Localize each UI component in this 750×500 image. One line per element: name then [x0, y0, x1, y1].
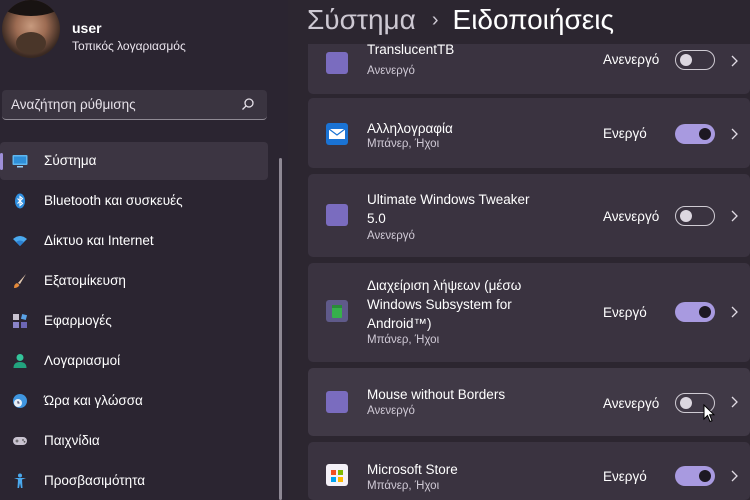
app-name: Mouse without Borders — [367, 387, 506, 402]
app-notification-row[interactable]: Mouse without Borders Ανενεργό Ανενεργό — [308, 368, 750, 436]
app-status-sub: Ανενεργό — [367, 230, 415, 242]
person-icon — [13, 354, 27, 368]
sidebar-item-bluetooth[interactable]: Bluetooth και συσκευές — [0, 182, 268, 220]
chevron-right-icon[interactable] — [728, 306, 740, 318]
chevron-right-icon[interactable] — [728, 55, 740, 67]
paintbrush-icon — [14, 274, 26, 288]
breadcrumb-parent[interactable]: Σύστημα — [307, 4, 416, 35]
sidebar-item-label: Προσβασιμότητα — [44, 473, 146, 488]
search-icon[interactable] — [241, 97, 255, 111]
app-notification-row[interactable]: TranslucentTB Ανενεργό Ανενεργό — [308, 37, 750, 94]
app-status-sub: Ανενεργό — [367, 65, 415, 77]
app-notification-row[interactable]: Microsoft Store Μπάνερ, Ήχοι Ενεργό — [308, 442, 750, 500]
toggle-state-label: Ενεργό — [603, 305, 647, 320]
monitor-icon — [12, 155, 28, 168]
toggle-state-label: Ενεργό — [603, 126, 647, 141]
wifi-icon — [13, 236, 27, 246]
accessibility-icon — [14, 473, 26, 488]
sidebar-item-system[interactable]: Σύστημα — [0, 142, 268, 180]
search-placeholder: Αναζήτηση ρύθμισης — [11, 97, 136, 112]
profile-account-type: Τοπικός λογαριασμός — [72, 39, 186, 53]
app-name: Ultimate Windows Tweaker 5.0 — [367, 192, 530, 226]
app-status-sub: Ανενεργό — [367, 405, 415, 417]
sidebar-item-label: Λογαριασμοί — [44, 353, 121, 368]
chevron-right-icon[interactable] — [728, 128, 740, 140]
sidebar-item-label: Ώρα και γλώσσα — [44, 393, 143, 408]
app-tile-icon — [326, 391, 348, 413]
app-tile-icon — [326, 204, 348, 226]
toggle-state-label: Ανενεργό — [603, 52, 660, 67]
profile-name: user — [72, 20, 102, 36]
chevron-right-icon[interactable] — [728, 396, 740, 408]
app-notification-row[interactable]: Διαχείριση λήψεων (μέσω Windows Subsyste… — [308, 263, 750, 362]
sidebar-item-label: Εφαρμογές — [44, 313, 112, 328]
sidebar-item-time-language[interactable]: Ώρα και γλώσσα — [0, 382, 268, 420]
app-name: Αλληλογραφία — [367, 121, 453, 136]
app-status-sub: Μπάνερ, Ήχοι — [367, 138, 440, 150]
notification-toggle[interactable] — [675, 302, 715, 322]
app-status-sub: Μπάνερ, Ήχοι — [367, 480, 440, 492]
sidebar-item-network[interactable]: Δίκτυο και Internet — [0, 222, 268, 260]
sidebar-scrollbar[interactable] — [279, 158, 282, 500]
sidebar-item-gaming[interactable]: Παιχνίδια — [0, 422, 268, 460]
sidebar-item-label: Bluetooth και συσκευές — [44, 193, 183, 208]
chevron-right-icon[interactable] — [728, 210, 740, 222]
bluetooth-icon — [15, 193, 25, 209]
store-icon — [326, 464, 348, 486]
sidebar-item-label: Παιχνίδια — [44, 433, 100, 448]
notification-toggle[interactable] — [675, 124, 715, 144]
chevron-right-icon[interactable] — [728, 470, 740, 482]
profile[interactable]: user Τοπικός λογαριασμός — [0, 0, 288, 70]
breadcrumb-chevron-icon: › — [431, 9, 439, 31]
toggle-state-label: Ενεργό — [603, 469, 647, 484]
app-tile-icon — [326, 52, 348, 74]
sidebar-item-accessibility[interactable]: Προσβασιμότητα — [0, 462, 268, 500]
breadcrumb-overlay: Σύστημα › Ειδοποιήσεις — [307, 4, 614, 44]
sidebar-item-personalization[interactable]: Εξατομίκευση — [0, 262, 268, 300]
page-title: Ειδοποιήσεις — [452, 4, 614, 35]
apps-icon — [13, 313, 28, 328]
mouse-cursor-icon — [703, 404, 715, 423]
gamepad-icon — [13, 437, 27, 445]
sidebar-item-label: Εξατομίκευση — [44, 273, 126, 288]
nav-list: Σύστημα Bluetooth και συσκευές Δίκτυο κα… — [0, 142, 268, 500]
avatar — [2, 0, 60, 58]
mail-icon — [326, 123, 348, 145]
notification-toggle[interactable] — [675, 466, 715, 486]
globe-clock-icon — [13, 394, 27, 408]
sidebar: user Τοπικός λογαριασμός Αναζήτηση ρύθμι… — [0, 0, 288, 500]
app-name: Διαχείριση λήψεων (μέσω Windows Subsyste… — [367, 278, 522, 331]
notification-toggle[interactable] — [675, 50, 715, 70]
app-name: Microsoft Store — [367, 462, 458, 477]
app-notification-row[interactable]: Αλληλογραφία Μπάνερ, Ήχοι Ενεργό — [308, 98, 750, 168]
sidebar-item-label: Σύστημα — [44, 153, 97, 168]
sidebar-item-label: Δίκτυο και Internet — [44, 233, 154, 248]
toggle-state-label: Ανενεργό — [603, 396, 660, 411]
search-input[interactable]: Αναζήτηση ρύθμισης — [2, 90, 267, 120]
sidebar-item-apps[interactable]: Εφαρμογές — [0, 302, 268, 340]
app-status-sub: Μπάνερ, Ήχοι — [367, 334, 440, 346]
app-notification-row[interactable]: Ultimate Windows Tweaker 5.0 Ανενεργό Αν… — [308, 174, 750, 257]
sidebar-item-accounts[interactable]: Λογαριασμοί — [0, 342, 268, 380]
download-manager-icon — [326, 300, 348, 322]
toggle-state-label: Ανενεργό — [603, 209, 660, 224]
notification-toggle[interactable] — [675, 206, 715, 226]
